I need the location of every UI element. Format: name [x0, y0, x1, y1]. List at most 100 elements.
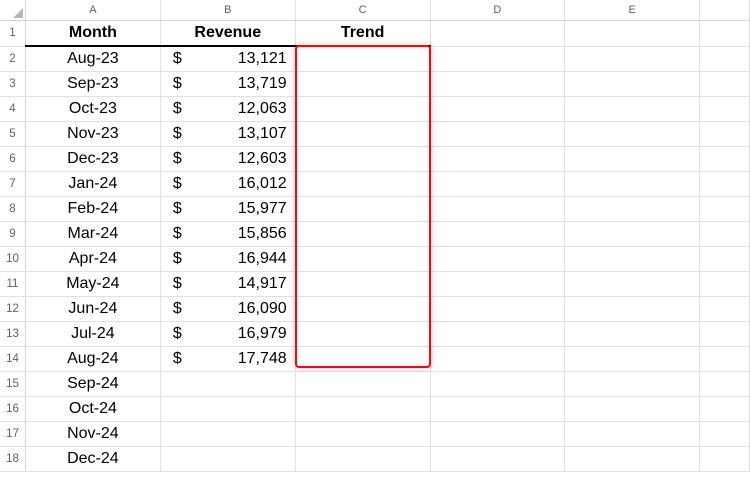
cell-trend[interactable]: [295, 171, 431, 197]
cell[interactable]: [564, 171, 701, 197]
row-header[interactable]: 13: [0, 321, 26, 347]
cell[interactable]: [430, 396, 566, 422]
cell[interactable]: [564, 20, 701, 47]
cell[interactable]: [430, 321, 566, 347]
cell-revenue[interactable]: $15,977: [160, 196, 296, 222]
cell-month[interactable]: Sep-23: [25, 71, 161, 97]
row-header[interactable]: 9: [0, 221, 26, 247]
column-header-c[interactable]: C: [295, 0, 431, 21]
cell-revenue[interactable]: $13,719: [160, 71, 296, 97]
cell-month[interactable]: Aug-24: [25, 346, 161, 372]
row-header[interactable]: 12: [0, 296, 26, 322]
cell-revenue[interactable]: $17,748: [160, 346, 296, 372]
cell[interactable]: [430, 421, 566, 447]
cell-revenue-header[interactable]: Revenue: [160, 20, 296, 47]
column-header-a[interactable]: A: [25, 0, 161, 21]
cell-month[interactable]: Apr-24: [25, 246, 161, 272]
cell-month-header[interactable]: Month: [25, 20, 161, 47]
cell[interactable]: [699, 71, 750, 97]
cell[interactable]: [564, 296, 701, 322]
cell-month[interactable]: Jun-24: [25, 296, 161, 322]
row-header[interactable]: 4: [0, 96, 26, 122]
cell-month[interactable]: Sep-24: [25, 371, 161, 397]
cell[interactable]: [699, 221, 750, 247]
cell-revenue[interactable]: $14,917: [160, 271, 296, 297]
cell-trend[interactable]: [295, 396, 431, 422]
cell[interactable]: [699, 46, 750, 72]
cell-trend[interactable]: [295, 421, 431, 447]
cell-month[interactable]: Mar-24: [25, 221, 161, 247]
cell[interactable]: [430, 221, 566, 247]
cell-trend[interactable]: [295, 221, 431, 247]
cell[interactable]: [699, 346, 750, 372]
cell-trend[interactable]: [295, 271, 431, 297]
cell[interactable]: [699, 421, 750, 447]
cell[interactable]: [699, 396, 750, 422]
column-header-d[interactable]: D: [430, 0, 566, 21]
cell[interactable]: [430, 121, 566, 147]
cell-trend[interactable]: [295, 321, 431, 347]
cell[interactable]: [564, 446, 701, 472]
cell-trend-header[interactable]: Trend: [295, 20, 431, 47]
cell-revenue[interactable]: $16,944: [160, 246, 296, 272]
cell-revenue[interactable]: $12,603: [160, 146, 296, 172]
cell[interactable]: [430, 196, 566, 222]
cell[interactable]: [564, 96, 701, 122]
cell-revenue[interactable]: $15,856: [160, 221, 296, 247]
cell-month[interactable]: Jan-24: [25, 171, 161, 197]
row-header[interactable]: 7: [0, 171, 26, 197]
cell-trend[interactable]: [295, 71, 431, 97]
cell-revenue[interactable]: $16,090: [160, 296, 296, 322]
cell[interactable]: [699, 246, 750, 272]
cell[interactable]: [430, 296, 566, 322]
cell-revenue[interactable]: $13,107: [160, 121, 296, 147]
cell-trend[interactable]: [295, 296, 431, 322]
cell-revenue[interactable]: [160, 371, 296, 397]
cell-month[interactable]: Nov-23: [25, 121, 161, 147]
cell-trend[interactable]: [295, 371, 431, 397]
cell[interactable]: [430, 46, 566, 72]
cell[interactable]: [564, 246, 701, 272]
cell-revenue[interactable]: [160, 396, 296, 422]
cell-trend[interactable]: [295, 346, 431, 372]
cell-month[interactable]: Dec-23: [25, 146, 161, 172]
cell[interactable]: [699, 446, 750, 472]
cell[interactable]: [430, 20, 566, 47]
cell[interactable]: [699, 196, 750, 222]
cell[interactable]: [564, 396, 701, 422]
row-header[interactable]: 1: [0, 20, 26, 47]
cell[interactable]: [564, 221, 701, 247]
cell[interactable]: [699, 146, 750, 172]
row-header[interactable]: 15: [0, 371, 26, 397]
cell[interactable]: [564, 321, 701, 347]
cell[interactable]: [564, 196, 701, 222]
cell[interactable]: [430, 96, 566, 122]
row-header[interactable]: 14: [0, 346, 26, 372]
cell[interactable]: [430, 446, 566, 472]
cell-revenue[interactable]: [160, 421, 296, 447]
cell-month[interactable]: Jul-24: [25, 321, 161, 347]
cell[interactable]: [430, 146, 566, 172]
cell-revenue[interactable]: $16,979: [160, 321, 296, 347]
select-all-corner[interactable]: [0, 0, 26, 21]
cell[interactable]: [564, 146, 701, 172]
cell-trend[interactable]: [295, 46, 431, 72]
cell[interactable]: [430, 71, 566, 97]
cell-month[interactable]: Oct-23: [25, 96, 161, 122]
row-header[interactable]: 2: [0, 46, 26, 72]
cell-month[interactable]: Aug-23: [25, 46, 161, 72]
cell-revenue[interactable]: $12,063: [160, 96, 296, 122]
cell[interactable]: [564, 121, 701, 147]
row-header[interactable]: 17: [0, 421, 26, 447]
cell-trend[interactable]: [295, 146, 431, 172]
cell[interactable]: [430, 246, 566, 272]
column-header-f[interactable]: [699, 0, 750, 21]
row-header[interactable]: 8: [0, 196, 26, 222]
cell-month[interactable]: Feb-24: [25, 196, 161, 222]
cell[interactable]: [564, 421, 701, 447]
cell[interactable]: [699, 321, 750, 347]
cell[interactable]: [430, 271, 566, 297]
column-header-e[interactable]: E: [564, 0, 701, 21]
cell[interactable]: [430, 346, 566, 372]
cell-month[interactable]: Dec-24: [25, 446, 161, 472]
